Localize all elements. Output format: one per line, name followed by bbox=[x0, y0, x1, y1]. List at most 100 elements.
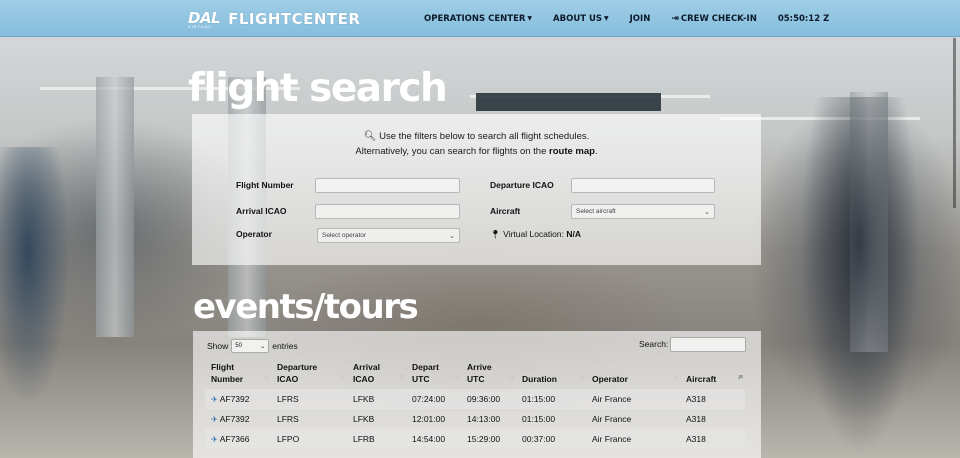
cell-arr: LFKB bbox=[353, 414, 375, 424]
virtual-location-value: N/A bbox=[566, 229, 581, 239]
cell-dep: LFRS bbox=[277, 394, 299, 404]
nav-operations-center-label: OPERATIONS CENTER bbox=[424, 13, 526, 24]
col-duration[interactable]: Duration ↑↓ bbox=[516, 361, 586, 389]
cell-depart: 12:01:00 bbox=[412, 414, 446, 424]
departure-icao-label: Departure ICAO bbox=[490, 180, 554, 190]
flight-number: AF7392 bbox=[219, 394, 250, 404]
col-arrive-utc-l1: Arrive bbox=[467, 362, 492, 372]
search-hint-suffix: . bbox=[594, 146, 598, 157]
col-operator-label: Operator bbox=[592, 374, 628, 384]
entries-value: 50 bbox=[235, 343, 242, 349]
sort-icon: ↑↓ bbox=[454, 374, 459, 381]
cell-arrive: 09:36:00 bbox=[467, 394, 501, 404]
chevron-down-icon: ⌄ bbox=[704, 208, 710, 216]
cell-operator: Air France bbox=[592, 394, 632, 404]
cell-flight[interactable]: ✈ AF7366 bbox=[205, 429, 271, 449]
cell-aircraft: A318 bbox=[686, 414, 706, 424]
col-departure-icao-l2: ICAO bbox=[277, 374, 299, 384]
col-arrive-utc[interactable]: Arrive UTC ↑↓ bbox=[461, 361, 516, 389]
events-tours-heading: events/tours bbox=[193, 287, 419, 327]
sort-icon: ↑↓ bbox=[579, 374, 584, 381]
table-row[interactable]: ✈ AF7392 LFRS LFKB 07:24:00 09:36:00 01:1… bbox=[205, 389, 745, 409]
map-marker-icon: 📍︎ bbox=[490, 229, 501, 239]
cell-arr: LFKB bbox=[353, 394, 375, 404]
table-row[interactable]: ✈ AF7366 LFPO LFRB 14:54:00 15:29:00 00:3… bbox=[205, 429, 745, 449]
arrival-icao-label: Arrival ICAO bbox=[236, 206, 287, 216]
search-hint-text2: Alternatively, you can search for flight… bbox=[355, 146, 547, 157]
table-search-label: Search: bbox=[639, 339, 669, 349]
col-operator[interactable]: Operator ↑↓ bbox=[586, 361, 680, 389]
search-hint-line1: 🔍︎ Use the filters below to search all f… bbox=[192, 131, 761, 142]
show-label: Show bbox=[207, 341, 229, 351]
search-icon: 🔍︎ bbox=[363, 131, 377, 142]
col-aircraft[interactable]: Aircraft ↓≡ bbox=[680, 361, 745, 389]
entries-label: entries bbox=[272, 341, 298, 351]
chevron-down-icon: ⌄ bbox=[260, 343, 266, 350]
flight-search-heading: flight search bbox=[188, 66, 448, 111]
cell-dep: LFRS bbox=[277, 414, 299, 424]
search-hint-text1: Use the filters below to search all flig… bbox=[379, 131, 590, 142]
scrollbar[interactable] bbox=[953, 38, 956, 208]
departure-icao-input[interactable] bbox=[571, 178, 715, 193]
entries-length-control: Show 50 ⌄ entries bbox=[207, 339, 298, 353]
col-depart-utc[interactable]: Depart UTC ↑↓ bbox=[406, 361, 461, 389]
route-map-link[interactable]: route map bbox=[549, 146, 595, 157]
col-flight-number[interactable]: Flight Number ↑↓ bbox=[205, 361, 271, 389]
search-hint-line2: Alternatively, you can search for flight… bbox=[192, 146, 761, 157]
plane-icon: ✈ bbox=[211, 395, 218, 404]
schedule-table: Flight Number ↑↓ Departure ICAO ↑↓ Arrival IC… bbox=[205, 361, 745, 449]
entries-select[interactable]: 50 ⌄ bbox=[231, 339, 270, 353]
aircraft-select[interactable]: Select aircraft ⌄ bbox=[571, 204, 715, 219]
sort-icon: ↑↓ bbox=[673, 374, 678, 381]
col-flight-number-l2: Number bbox=[211, 374, 244, 384]
cell-depart: 14:54:00 bbox=[412, 434, 446, 444]
cell-aircraft: A318 bbox=[686, 394, 706, 404]
sort-icon: ↑↓ bbox=[340, 374, 345, 381]
nav-crew-check-in-label: CREW CHECK-IN bbox=[680, 13, 757, 24]
cell-operator: Air France bbox=[592, 414, 632, 424]
cell-operator: Air France bbox=[592, 434, 632, 444]
cell-arrive: 14:13:00 bbox=[467, 414, 501, 424]
cell-duration: 01:15:00 bbox=[522, 394, 556, 404]
col-arrive-utc-l2: UTC bbox=[467, 374, 485, 384]
flight-number-label: Flight Number bbox=[236, 180, 294, 190]
schedule-table-panel: Show 50 ⌄ entries Search: Flight Number ↑↓… bbox=[193, 331, 761, 458]
caret-down-icon: ▼ bbox=[604, 15, 609, 22]
aircraft-placeholder: Select aircraft bbox=[576, 208, 616, 215]
col-departure-icao[interactable]: Departure ICAO ↑↓ bbox=[271, 361, 347, 389]
cell-flight[interactable]: ✈ AF7392 bbox=[205, 409, 271, 429]
sort-icon: ↑↓ bbox=[509, 374, 514, 381]
table-search-input[interactable] bbox=[670, 337, 746, 352]
cell-arrive: 15:29:00 bbox=[467, 434, 501, 444]
col-departure-icao-l1: Departure bbox=[277, 362, 318, 372]
brand-logo-sub: VIRTUAL bbox=[188, 24, 212, 29]
table-row[interactable]: ✈ AF7392 LFRS LFKB 12:01:00 14:13:00 01:1… bbox=[205, 409, 745, 429]
brand[interactable]: DAL VIRTUAL FLIGHTCENTER bbox=[188, 9, 361, 29]
nav-about-us-label: ABOUT US bbox=[553, 13, 603, 24]
nav-crew-check-in[interactable]: ⇥ CREW CHECK-IN bbox=[671, 14, 757, 24]
plane-icon: ✈ bbox=[211, 415, 218, 424]
search-panel: 🔍︎ Use the filters below to search all f… bbox=[192, 114, 761, 265]
flight-number-input[interactable] bbox=[315, 178, 460, 193]
cell-duration: 01:15:00 bbox=[522, 414, 556, 424]
operator-label: Operator bbox=[236, 229, 272, 239]
aircraft-label: Aircraft bbox=[490, 206, 521, 216]
nav-join[interactable]: JOIN bbox=[630, 14, 651, 24]
col-depart-utc-l1: Depart bbox=[412, 362, 439, 372]
plane-icon: ✈ bbox=[211, 435, 218, 444]
col-flight-number-l1: Flight bbox=[211, 362, 235, 372]
arrival-icao-input[interactable] bbox=[315, 204, 460, 219]
col-arrival-icao-l1: Arrival bbox=[353, 362, 380, 372]
col-arrival-icao[interactable]: Arrival ICAO ↑↓ bbox=[347, 361, 406, 389]
cell-flight[interactable]: ✈ AF7392 bbox=[205, 389, 271, 409]
col-aircraft-label: Aircraft bbox=[686, 374, 717, 384]
cell-aircraft: A318 bbox=[686, 434, 706, 444]
nav-about-us[interactable]: ABOUT US ▼ bbox=[553, 14, 609, 24]
utc-clock: 05:50:12 Z bbox=[777, 13, 830, 24]
brand-name: FLIGHTCENTER bbox=[228, 9, 361, 28]
col-arrival-icao-l2: ICAO bbox=[353, 374, 375, 384]
nav-operations-center[interactable]: OPERATIONS CENTER ▼ bbox=[424, 14, 532, 24]
chevron-down-icon: ⌄ bbox=[449, 232, 455, 240]
operator-select[interactable]: Select operator ⌄ bbox=[317, 228, 460, 243]
flight-number: AF7366 bbox=[219, 434, 250, 444]
